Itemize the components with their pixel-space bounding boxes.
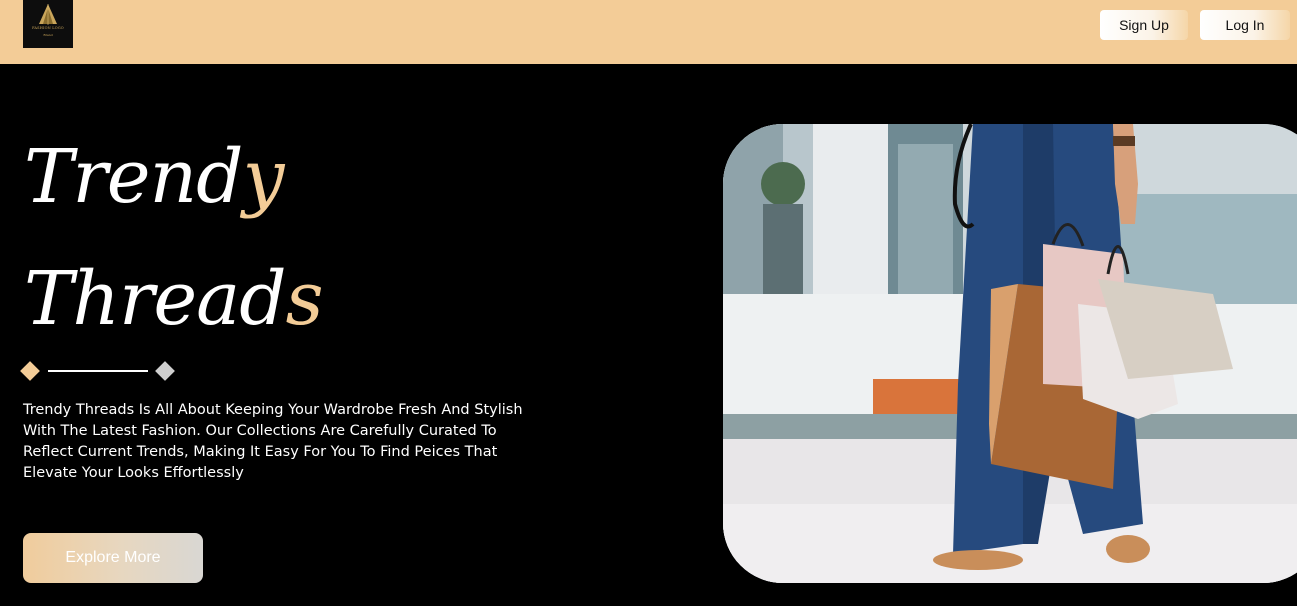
title-line1-main: Trend bbox=[24, 134, 244, 220]
explore-more-button[interactable]: Explore More bbox=[23, 533, 203, 583]
hero-image-shopping-bags bbox=[723, 124, 1297, 583]
sign-up-button[interactable]: Sign Up bbox=[1100, 10, 1188, 40]
logo-subtext: Brand bbox=[43, 33, 53, 37]
decorative-divider bbox=[20, 361, 180, 383]
site-header: FASHION LOGO Brand Sign Up Log In bbox=[0, 0, 1297, 64]
log-in-button[interactable]: Log In bbox=[1200, 10, 1290, 40]
logo-text: FASHION LOGO bbox=[32, 26, 64, 30]
title-line2-accent: s bbox=[285, 256, 324, 342]
hero-title-line1: Trendy bbox=[24, 140, 284, 214]
tree-icon bbox=[39, 4, 57, 25]
brand-logo[interactable]: FASHION LOGO Brand bbox=[23, 0, 73, 48]
title-line1-accent: y bbox=[242, 134, 285, 220]
hero-title-line2: Threads bbox=[24, 262, 324, 336]
title-line2-main: Thread bbox=[24, 256, 287, 342]
diamond-left-icon bbox=[20, 361, 40, 381]
hero-description: Trendy Threads Is All About Keeping Your… bbox=[23, 402, 523, 481]
divider-line bbox=[48, 370, 148, 372]
shopping-woman-illustration bbox=[723, 124, 1297, 583]
diamond-right-icon bbox=[155, 361, 175, 381]
